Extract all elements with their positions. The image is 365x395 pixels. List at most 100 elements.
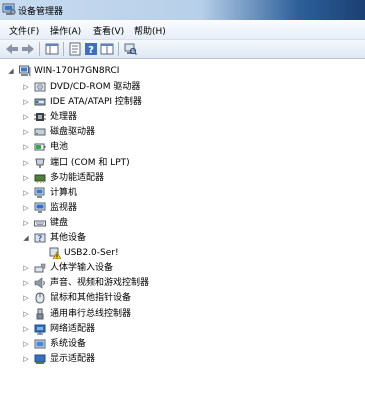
forward-arrow-icon: [22, 44, 34, 54]
category-node[interactable]: ▷ 处理器: [0, 110, 360, 124]
category-node[interactable]: ▷ 计算机: [0, 186, 360, 200]
menu-action[interactable]: 操作(A): [50, 24, 81, 37]
expand-arrow-icon[interactable]: ▷: [22, 263, 30, 273]
expand-arrow-icon[interactable]: ▷: [22, 203, 30, 213]
system-devices-icon: [34, 338, 46, 350]
expand-arrow-icon[interactable]: ▷: [22, 158, 30, 168]
processor-icon: [34, 111, 46, 123]
category-node[interactable]: ▷ 显示适配器: [0, 352, 360, 366]
expand-arrow-icon[interactable]: ▷: [22, 218, 30, 228]
category-node[interactable]: ▷ 通用串行总线控制器: [0, 307, 360, 321]
properties-icon: [69, 42, 81, 56]
toolbar-separator: [118, 42, 119, 56]
ide-controller-icon: [34, 96, 46, 108]
category-label: 电池: [50, 142, 69, 153]
category-node[interactable]: ▷ 多功能适配器: [0, 171, 360, 185]
show-hide-tree-button[interactable]: [45, 42, 59, 56]
category-label: 系统设备: [50, 338, 87, 349]
toolbar: ?: [0, 40, 365, 59]
category-node[interactable]: ▷ 人体学输入设备: [0, 261, 360, 275]
port-icon: [34, 157, 46, 169]
network-adapter-icon: [34, 323, 46, 335]
category-label: 键盘: [50, 217, 69, 228]
forward-button[interactable]: [21, 42, 35, 56]
category-node[interactable]: ▷ IDE ATA/ATAPI 控制器: [0, 95, 360, 109]
menu-view[interactable]: 查看(V): [93, 24, 124, 37]
toolbar-separator: [39, 42, 40, 56]
category-label: 声音、视频和游戏控制器: [50, 278, 150, 289]
expand-arrow-icon[interactable]: ▷: [22, 293, 30, 303]
toolbar-separator: [63, 42, 64, 56]
menu-file[interactable]: 文件(F): [9, 24, 39, 37]
expand-arrow-icon[interactable]: ▷: [22, 173, 30, 183]
battery-icon: [34, 141, 46, 153]
category-node[interactable]: ▷ 电池: [0, 140, 360, 154]
other-devices-icon: ?: [34, 232, 46, 244]
expand-arrow-icon[interactable]: ▷: [22, 339, 30, 349]
category-node[interactable]: ▷ 声音、视频和游戏控制器: [0, 276, 360, 290]
hid-icon: [34, 262, 46, 274]
category-label: 通用串行总线控制器: [50, 308, 132, 319]
dvd-drive-icon: [34, 81, 46, 93]
device-tree-pane: ◢ WIN-170H7GN8RCI ▷ DVD/CD-ROM 驱动器 ▷ IDE AT…: [0, 59, 365, 395]
category-label: 显示适配器: [50, 353, 96, 364]
usb-controller-icon: [34, 308, 46, 320]
computer-root-icon: [19, 65, 31, 77]
category-label: IDE ATA/ATAPI 控制器: [50, 97, 142, 108]
view-pane-icon: [100, 43, 114, 55]
expand-arrow-icon[interactable]: ▷: [22, 354, 30, 364]
device-manager-window: 设备管理器 文件(F) 操作(A) 查看(V) 帮助(H) ? ◢ WIN-17…: [0, 0, 365, 395]
monitor-icon: [34, 202, 46, 214]
back-button[interactable]: [5, 42, 19, 56]
help-button[interactable]: ?: [84, 42, 98, 56]
device-item[interactable]: USB2.0-Ser!: [0, 246, 360, 260]
properties-button[interactable]: [68, 42, 82, 56]
category-label: 端口 (COM 和 LPT): [50, 157, 130, 168]
category-node[interactable]: ▷ 键盘: [0, 216, 360, 230]
category-node[interactable]: ▷ 端口 (COM 和 LPT): [0, 156, 360, 170]
category-label: 监视器: [50, 202, 78, 213]
expand-arrow-icon[interactable]: ▷: [22, 97, 30, 107]
category-node[interactable]: ▷ 鼠标和其他指针设备: [0, 291, 360, 305]
category-node[interactable]: ▷ DVD/CD-ROM 驱动器: [0, 80, 360, 94]
expand-arrow-icon[interactable]: ▷: [22, 278, 30, 288]
disk-drive-icon: [34, 126, 46, 138]
category-label: DVD/CD-ROM 驱动器: [50, 82, 141, 92]
help-icon: ?: [85, 43, 97, 56]
expand-arrow-icon[interactable]: ▷: [22, 142, 30, 152]
expand-arrow-icon[interactable]: ▷: [22, 127, 30, 137]
category-node[interactable]: ▷ 磁盘驱动器: [0, 125, 360, 139]
expand-arrow-icon[interactable]: ▷: [22, 324, 30, 334]
category-node[interactable]: ◢? 其他设备: [0, 231, 360, 245]
scan-hardware-button[interactable]: [123, 42, 137, 56]
expand-arrow-icon[interactable]: ▷: [22, 309, 30, 319]
category-node[interactable]: ▷ 网络适配器: [0, 322, 360, 336]
tree-root-node[interactable]: ◢ WIN-170H7GN8RCI: [0, 64, 360, 78]
computer-icon: [34, 187, 46, 199]
category-label: USB2.0-Ser!: [64, 248, 119, 259]
unknown-device-warning-icon: [49, 247, 61, 260]
category-label: 鼠标和其他指针设备: [50, 293, 132, 304]
category-node[interactable]: ▷ 监视器: [0, 201, 360, 215]
svg-text:?: ?: [88, 45, 94, 56]
title-bar[interactable]: 设备管理器: [0, 0, 365, 20]
sound-icon: [34, 277, 46, 289]
collapse-arrow-icon[interactable]: ◢: [22, 233, 30, 243]
category-label: 人体学输入设备: [50, 263, 114, 274]
category-label: 处理器: [50, 112, 78, 123]
device-manager-icon: [2, 3, 16, 16]
mouse-icon: [34, 292, 46, 304]
category-label: 其他设备: [50, 233, 87, 243]
tree-root-label: WIN-170H7GN8RCI: [34, 66, 120, 76]
expand-arrow-icon[interactable]: ▷: [22, 188, 30, 198]
scan-hardware-icon: [124, 43, 137, 55]
collapse-arrow-icon[interactable]: ◢: [7, 66, 15, 76]
expand-arrow-icon[interactable]: ▷: [22, 112, 30, 122]
view-button[interactable]: [100, 42, 114, 56]
display-adapter-icon: [34, 353, 46, 365]
svg-text:?: ?: [38, 234, 43, 243]
expand-arrow-icon[interactable]: ▷: [22, 82, 30, 92]
menu-help[interactable]: 帮助(H): [134, 24, 166, 37]
category-label: 多功能适配器: [50, 172, 105, 183]
category-node[interactable]: ▷ 系统设备: [0, 337, 360, 351]
